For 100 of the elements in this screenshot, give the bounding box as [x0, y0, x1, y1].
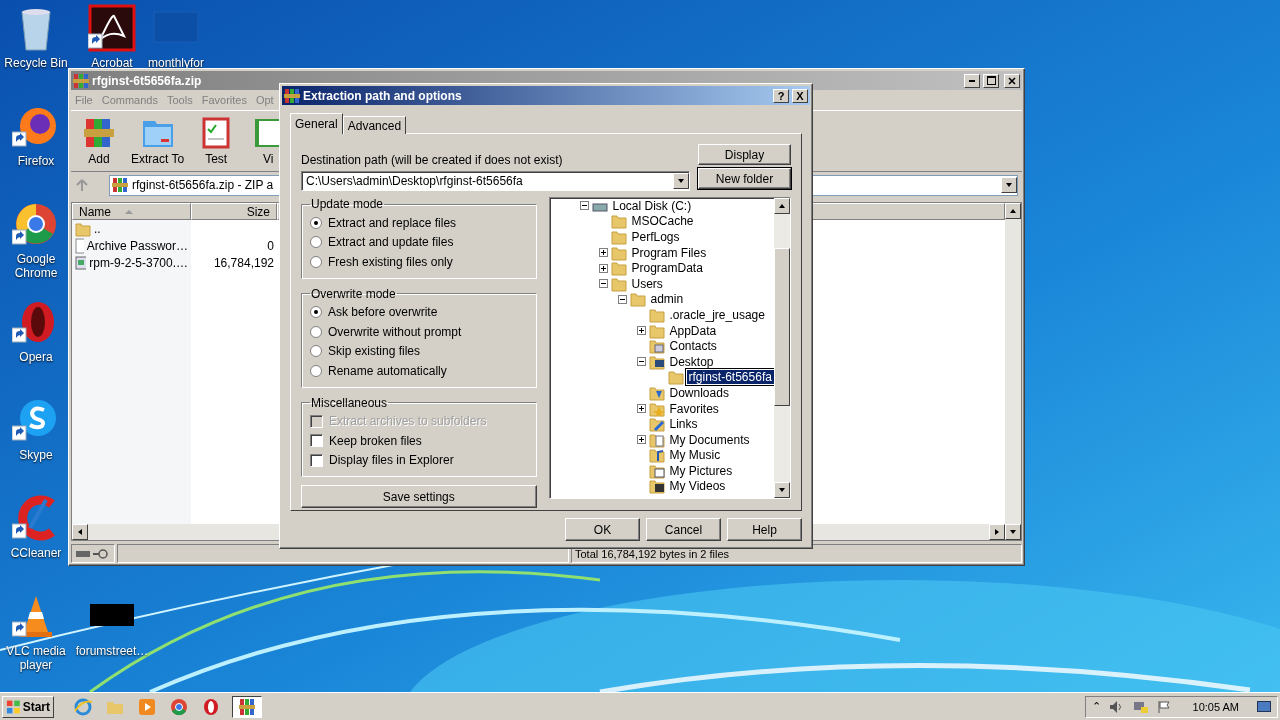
radio-button[interactable] [310, 364, 322, 377]
expand-toggle[interactable] [598, 248, 608, 258]
expand-toggle[interactable] [598, 263, 608, 273]
tree-item[interactable]: MSOCache [629, 214, 696, 229]
tree-item[interactable]: My Pictures [667, 463, 735, 478]
pdf-app-icon [88, 4, 136, 52]
dialog-button[interactable]: Display [698, 144, 791, 165]
tree-item[interactable]: admin [648, 292, 686, 307]
option-label: Ask before overwrite [328, 305, 438, 320]
radio-button[interactable] [310, 345, 322, 358]
help-button[interactable]: ? [773, 88, 789, 103]
taskbar-button[interactable] [232, 695, 262, 718]
expand-toggle[interactable] [636, 326, 646, 336]
network-icon[interactable] [1132, 699, 1149, 714]
tree-item[interactable]: PerfLogs [629, 230, 682, 244]
folder-icon [648, 478, 665, 495]
desktop-icon-label[interactable]: VLC media player [0, 644, 72, 672]
tree-item[interactable]: .oracle_jre_usage [667, 307, 767, 322]
maximize-button[interactable] [983, 73, 999, 88]
expand-toggle[interactable] [579, 201, 589, 211]
file-name[interactable]: rpm-9-2-5-3700.… [72, 254, 191, 271]
desktop-icon-label[interactable]: Skype [19, 448, 53, 462]
option-label: Extract and replace files [328, 215, 457, 230]
dialog-title: Extraction path and options [303, 88, 463, 103]
tree-item[interactable]: Links [667, 417, 700, 432]
folder-icon [648, 416, 665, 433]
tree-item[interactable]: ProgramData [629, 261, 705, 276]
vertical-scrollbar[interactable] [774, 198, 790, 498]
file-name[interactable]: Archive Passwor… [72, 237, 191, 254]
desktop-icon-label[interactable]: Acrobat [91, 56, 133, 70]
desktop-icon-label[interactable]: Opera [19, 350, 53, 364]
tree-item[interactable]: Users [629, 276, 665, 291]
tree-item[interactable]: Favorites [667, 401, 721, 416]
tree-item[interactable]: My Videos [667, 479, 728, 494]
dialog-button[interactable]: New folder [698, 168, 791, 189]
destination-field[interactable]: C:\Users\admin\Desktop\rfginst-6t5656fa [301, 171, 690, 191]
checkbox[interactable] [310, 434, 323, 448]
desktop-icon-label[interactable]: Recycle Bin [4, 56, 68, 70]
expand-toggle[interactable] [636, 435, 646, 445]
tree-item[interactable]: My Documents [667, 432, 752, 447]
window-title: rfginst-6t5656fa.zip [92, 73, 203, 88]
start-button[interactable]: Start [2, 695, 54, 718]
save-settings-button[interactable]: Save settings [301, 485, 537, 508]
tree-item[interactable]: Local Disk (C:) [610, 198, 694, 213]
checkbox[interactable] [310, 453, 323, 467]
tree-item[interactable]: Program Files [629, 245, 709, 260]
tree-item[interactable]: rfginst-6t5656fa [686, 370, 774, 385]
option-label: Skip existing files [328, 344, 421, 359]
desktop-icon-label[interactable]: Firefox [17, 154, 55, 168]
vertical-scrollbar[interactable] [1005, 203, 1021, 540]
archive-app-icon [284, 87, 300, 104]
dialog-button[interactable]: Help [727, 518, 802, 541]
program-icon [75, 255, 87, 270]
dropdown-button[interactable] [673, 173, 689, 189]
tree-item[interactable]: Contacts [667, 339, 719, 354]
desktop-icon-label[interactable]: Google Chrome [0, 252, 72, 280]
scroll-thumb[interactable] [774, 248, 790, 406]
show-desktop-icon[interactable] [1257, 700, 1271, 713]
tree-item[interactable]: AppData [667, 323, 719, 338]
expand-toggle[interactable] [598, 279, 608, 289]
tab[interactable]: General [290, 113, 343, 134]
toolbar-button[interactable]: Extract To [131, 115, 185, 167]
browser-icon [169, 696, 189, 717]
dialog-button[interactable]: OK [565, 518, 640, 541]
folder-icon [648, 353, 665, 370]
archive-app-icon [112, 177, 128, 193]
expand-toggle[interactable] [636, 357, 646, 367]
toolbar-button[interactable]: Test [196, 115, 237, 167]
close-button[interactable] [1004, 73, 1020, 88]
radio-button[interactable] [310, 236, 322, 249]
dropdown-button[interactable] [1001, 177, 1017, 193]
folder-icon [610, 244, 627, 261]
minimize-button[interactable] [964, 73, 980, 88]
tree-item[interactable]: Desktop [667, 354, 716, 369]
column-header[interactable]: Size [191, 203, 277, 220]
radio-button[interactable] [310, 216, 322, 229]
column-header[interactable]: Name [72, 203, 191, 220]
tray-expand-button[interactable]: ⌃ [1091, 700, 1101, 713]
toolbar-button[interactable]: Add [79, 115, 119, 167]
close-button[interactable]: X [792, 88, 808, 103]
desktop-icon-label[interactable]: CCleaner [10, 546, 62, 560]
tree-item[interactable]: My Music [667, 448, 723, 463]
tree-item[interactable]: Downloads [667, 385, 731, 400]
radio-button[interactable] [310, 325, 322, 338]
down-arrow-icon [677, 177, 685, 185]
expand-toggle[interactable] [617, 294, 627, 304]
desktop-icon-label[interactable]: monthlyfor [148, 56, 204, 70]
down-arrow-icon [1009, 528, 1017, 536]
folder-icon [648, 306, 665, 323]
folder-icon [610, 275, 627, 292]
tab[interactable]: Advanced [342, 116, 407, 134]
radio-button[interactable] [310, 255, 322, 268]
dialog-button[interactable]: Cancel [646, 518, 721, 541]
file-name[interactable]: .. [72, 220, 191, 237]
radio-button[interactable] [310, 306, 322, 319]
flag-icon[interactable] [1156, 699, 1171, 714]
sort-arrow-icon [125, 208, 133, 215]
expand-toggle[interactable] [636, 404, 646, 413]
option-label: Keep broken files [329, 433, 422, 448]
desktop-icon-label[interactable]: forumstreet… [75, 644, 149, 658]
